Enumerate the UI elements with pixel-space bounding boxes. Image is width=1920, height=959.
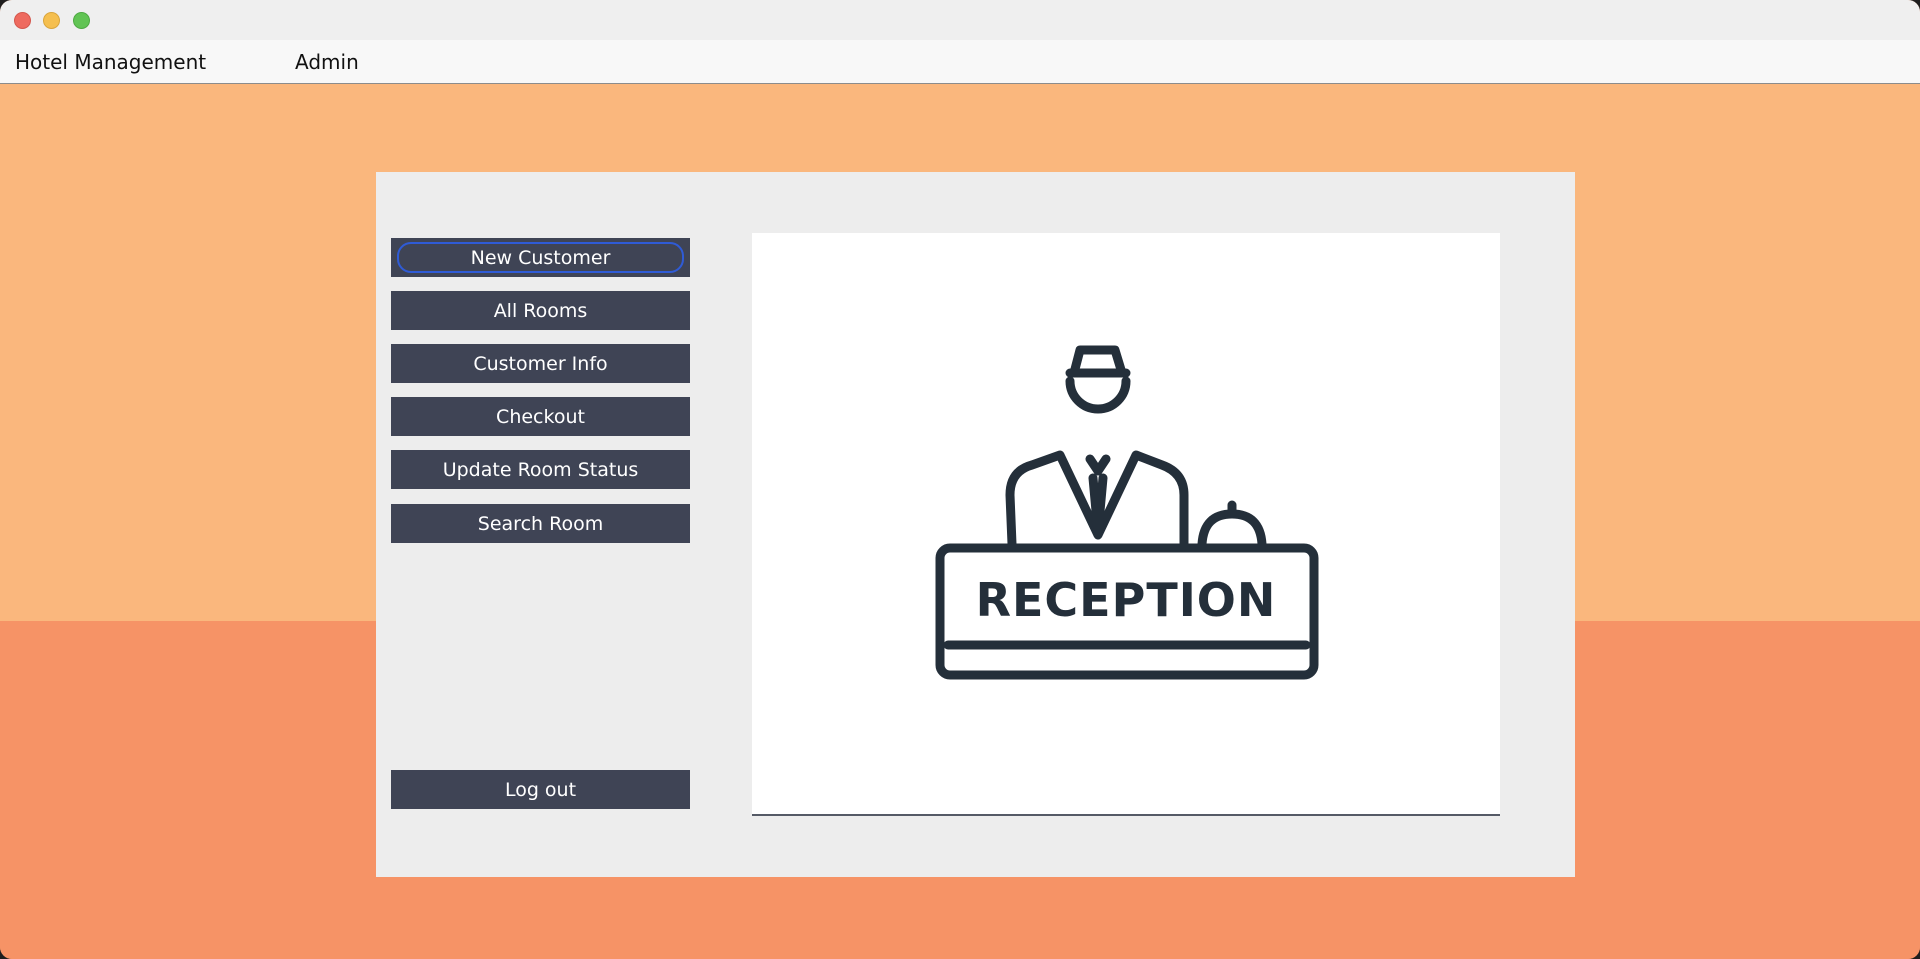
head-outline xyxy=(1065,376,1131,414)
minimize-icon[interactable] xyxy=(43,12,60,29)
menu-hotel-management[interactable]: Hotel Management xyxy=(15,50,206,74)
all-rooms-button[interactable]: All Rooms xyxy=(391,291,690,330)
checkout-label: Checkout xyxy=(496,405,585,428)
update-room-status-label: Update Room Status xyxy=(442,458,639,481)
maximize-icon[interactable] xyxy=(73,12,90,29)
app-window: Hotel Management Admin New Customer All … xyxy=(0,0,1920,959)
customer-info-label: Customer Info xyxy=(473,352,608,375)
close-icon[interactable] xyxy=(14,12,31,29)
menu-bar: Hotel Management Admin xyxy=(0,40,1920,84)
dashboard-panel: New Customer All Rooms Customer Info Che… xyxy=(376,172,1575,877)
checkout-button[interactable]: Checkout xyxy=(391,397,690,436)
customer-info-button[interactable]: Customer Info xyxy=(391,344,690,383)
content-area: New Customer All Rooms Customer Info Che… xyxy=(0,84,1920,959)
title-bar xyxy=(0,0,1920,41)
reception-sign-text: RECEPTION xyxy=(976,573,1277,627)
search-room-label: Search Room xyxy=(477,512,604,535)
menu-admin[interactable]: Admin xyxy=(295,50,359,74)
new-customer-button[interactable]: New Customer xyxy=(391,238,690,277)
search-room-button[interactable]: Search Room xyxy=(391,504,690,543)
new-customer-label: New Customer xyxy=(470,246,611,269)
update-room-status-button[interactable]: Update Room Status xyxy=(391,450,690,489)
bell-outline xyxy=(1197,509,1267,549)
reception-desk-icon: RECEPTION xyxy=(935,345,1319,680)
reception-image: RECEPTION xyxy=(752,233,1500,816)
all-rooms-label: All Rooms xyxy=(493,299,588,322)
logout-button[interactable]: Log out xyxy=(391,770,690,809)
logout-label: Log out xyxy=(504,778,577,801)
